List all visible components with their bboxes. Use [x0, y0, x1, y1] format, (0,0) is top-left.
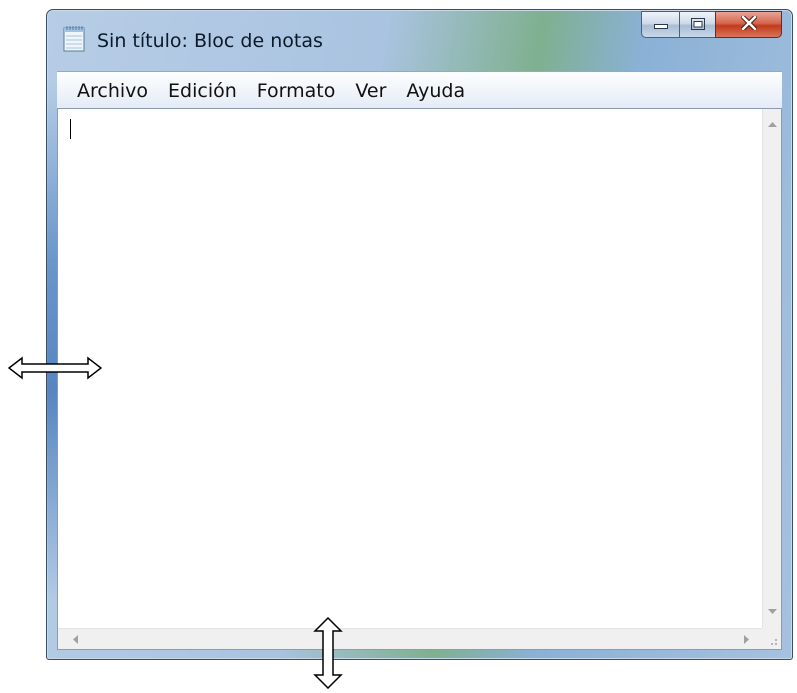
- title-bar[interactable]: Sin título: Bloc de notas: [47, 10, 792, 70]
- frame-glow: [47, 80, 57, 600]
- resize-grip-icon: [762, 634, 781, 653]
- vertical-scrollbar[interactable]: [762, 109, 781, 628]
- horizontal-scrollbar[interactable]: [58, 628, 762, 649]
- minimize-icon: [653, 15, 668, 34]
- menu-archivo[interactable]: Archivo: [57, 80, 158, 102]
- text-caret: [70, 119, 71, 139]
- scroll-right-icon[interactable]: [744, 635, 750, 647]
- scroll-down-icon[interactable]: [768, 609, 777, 618]
- menu-ayuda[interactable]: Ayuda: [396, 80, 475, 102]
- scroll-left-icon[interactable]: [72, 635, 78, 647]
- menu-ver[interactable]: Ver: [345, 80, 396, 102]
- caption-buttons: [641, 11, 782, 41]
- maximize-icon: [690, 15, 705, 34]
- minimize-button[interactable]: [641, 11, 679, 38]
- notepad-window: Sin título: Bloc de notas Archivo Edició…: [46, 9, 793, 660]
- scroll-up-icon[interactable]: [768, 121, 777, 130]
- menu-formato[interactable]: Formato: [247, 80, 346, 102]
- maximize-button[interactable]: [679, 11, 715, 38]
- size-grip[interactable]: [762, 628, 781, 649]
- window-title: Sin título: Bloc de notas: [97, 30, 323, 52]
- text-editor[interactable]: [58, 109, 762, 628]
- close-button[interactable]: [715, 11, 782, 38]
- close-icon: [739, 13, 758, 34]
- menu-bar: Archivo Edición Formato Ver Ayuda: [57, 71, 782, 109]
- horizontal-resize-arrow-icon: [7, 356, 103, 384]
- menu-edicion[interactable]: Edición: [158, 80, 247, 102]
- client-area: [57, 108, 782, 650]
- vertical-resize-arrow-icon: [313, 616, 343, 693]
- notepad-icon: [63, 25, 85, 52]
